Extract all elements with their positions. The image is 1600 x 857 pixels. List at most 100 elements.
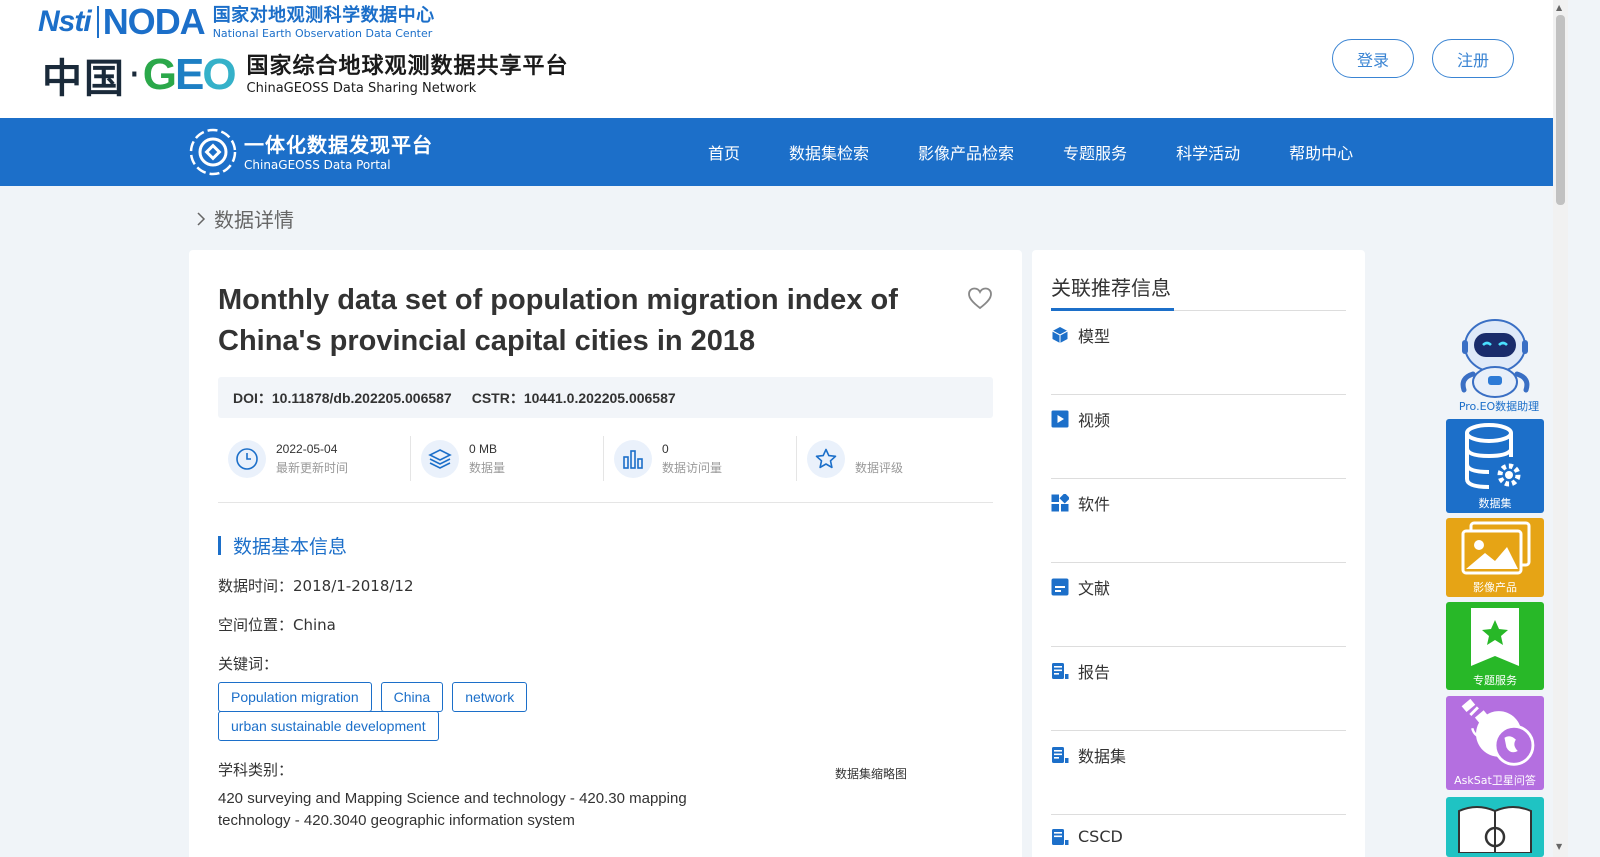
layers-icon — [421, 439, 459, 478]
nav-item-dataset-search[interactable]: 数据集检索 — [789, 140, 869, 164]
geoss-cn-title: 国家综合地球观测数据共享平台 — [246, 54, 569, 79]
related-item-literature[interactable]: 文献 — [1051, 563, 1346, 647]
related-item-dataset[interactable]: 数据集 — [1051, 731, 1346, 815]
clock-icon — [228, 439, 266, 478]
noda-logo[interactable]: Nsti NODA 国家对地观测科学数据中心 National Earth Ob… — [38, 2, 435, 42]
cscd-icon — [1052, 828, 1069, 845]
doi-value[interactable]: 10.11878/db.202205.006587 — [272, 390, 452, 406]
star-icon — [807, 439, 845, 478]
portal-emblem-icon — [189, 128, 237, 176]
stat-rating: 数据评级 — [797, 436, 990, 481]
related-item-video[interactable]: 视频 — [1051, 395, 1346, 479]
float-asksat-button[interactable]: AskSat卫星问答 — [1446, 696, 1544, 790]
related-item-label: 报告 — [1078, 663, 1111, 682]
related-item-model[interactable]: 模型 — [1051, 311, 1346, 395]
identifier-box: DOI： 10.11878/db.202205.006587 CSTR： 104… — [218, 377, 993, 418]
breadcrumb: 数据详情 — [196, 204, 294, 233]
stat-value — [855, 440, 903, 458]
noda-logo-word: NODA — [102, 1, 206, 42]
book-icon — [1458, 806, 1532, 853]
play-icon — [1051, 410, 1069, 428]
geo-wordmark: GEO — [142, 50, 237, 99]
portal-cn-name: 一体化数据发现平台 — [244, 132, 433, 157]
subject-label: 学科类别： — [218, 761, 294, 779]
scroll-thumb[interactable] — [1556, 15, 1565, 205]
robot-icon — [1460, 319, 1530, 398]
nsti-logo-text: Nsti — [38, 5, 92, 38]
section-accent-bar — [218, 536, 221, 555]
float-book-button[interactable] — [1446, 797, 1544, 857]
keyword-tags: Population migration China network urban… — [218, 682, 558, 741]
related-item-label: 模型 — [1078, 327, 1111, 346]
document-icon — [1051, 578, 1069, 596]
float-asksat-label: AskSat卫星问答 — [1454, 774, 1536, 787]
register-button[interactable]: 注册 — [1432, 39, 1514, 78]
divider — [218, 502, 993, 503]
main-navbar: 一体化数据发现平台 ChinaGEOSS Data Portal 首页 数据集检… — [0, 118, 1568, 186]
float-image-label: 影像产品 — [1473, 581, 1517, 594]
logo-separator — [96, 6, 99, 38]
subject-value: 420 surveying and Mapping Science and te… — [218, 790, 687, 829]
stat-update-time: 2022-05-04 最新更新时间 — [218, 436, 411, 481]
scroll-down-arrow-icon[interactable]: ▼ — [1556, 842, 1562, 851]
nav-item-help-center[interactable]: 帮助中心 — [1289, 140, 1353, 164]
keywords-label: 关键词： — [218, 655, 279, 673]
bar-chart-icon — [614, 439, 652, 478]
noda-logo-text: 国家对地观测科学数据中心 National Earth Observation … — [213, 5, 435, 40]
float-image-button[interactable]: 影像产品 — [1446, 518, 1544, 597]
related-item-label: 文献 — [1078, 579, 1111, 598]
spatial-location-label: 空间位置： — [218, 616, 294, 634]
top-header: Nsti NODA 国家对地观测科学数据中心 National Earth Ob… — [0, 0, 1568, 120]
login-button[interactable]: 登录 — [1332, 39, 1414, 78]
chinageoss-logo[interactable]: 中国 · GEO 国家综合地球观测数据共享平台 ChinaGEOSS Data … — [42, 44, 662, 106]
satellite-globe-icon — [1461, 698, 1535, 766]
spatial-location-row: 空间位置：China — [218, 614, 336, 635]
cstr-value[interactable]: 10441.0.202205.006587 — [524, 390, 676, 406]
related-recommendations-card: 关联推荐信息 模型 视频 软件 文献 报告 数据集 CSCD — [1032, 250, 1365, 857]
portal-en-name: ChinaGEOSS Data Portal — [244, 157, 391, 172]
nav-item-science-activities[interactable]: 科学活动 — [1176, 140, 1240, 164]
related-item-label: 数据集 — [1078, 747, 1127, 766]
cstr-label: CSTR： — [471, 389, 524, 406]
stat-label: 最新更新时间 — [276, 460, 349, 475]
data-time-label: 数据时间： — [218, 577, 294, 595]
geoss-logo-text: 国家综合地球观测数据共享平台 ChinaGEOSS Data Sharing N… — [247, 53, 569, 97]
section-title: 数据基本信息 — [233, 536, 348, 558]
related-item-cscd[interactable]: CSCD — [1051, 815, 1346, 857]
page-scrollbar[interactable]: ▲ ▼ — [1553, 0, 1568, 857]
keyword-tag[interactable]: network — [452, 682, 528, 712]
stat-label: 数据访问量 — [662, 460, 723, 475]
related-item-label: 软件 — [1078, 495, 1111, 514]
database-gear-icon — [1465, 423, 1521, 489]
float-topic-button[interactable]: 专题服务 — [1446, 602, 1544, 690]
stat-label: 数据量 — [469, 460, 506, 475]
scroll-up-arrow-icon[interactable]: ▲ — [1556, 3, 1562, 12]
bookmark-star-icon — [1471, 608, 1519, 666]
noda-en-name: National Earth Observation Data Center — [212, 26, 433, 40]
related-item-label: 视频 — [1078, 411, 1111, 430]
doi-label: DOI： — [233, 389, 272, 406]
keyword-tag[interactable]: Population migration — [218, 682, 372, 712]
portal-logo[interactable]: 一体化数据发现平台 ChinaGEOSS Data Portal — [188, 127, 433, 177]
related-item-software[interactable]: 软件 — [1051, 479, 1346, 563]
assistant-robot[interactable]: Pro.EO数据助理 — [1446, 316, 1544, 413]
portal-text: 一体化数据发现平台 ChinaGEOSS Data Portal — [244, 132, 433, 173]
nav-item-topic-services[interactable]: 专题服务 — [1063, 140, 1127, 164]
breadcrumb-current: 数据详情 — [214, 208, 294, 232]
nav-item-image-search[interactable]: 影像产品检索 — [918, 140, 1014, 164]
keyword-tag[interactable]: China — [380, 682, 444, 712]
china-calligraphy: 中国 — [42, 55, 126, 102]
dataset-stats: 2022-05-04 最新更新时间 0 MB 数据量 0 数据访问量 数据评级 — [218, 436, 993, 481]
nav-item-home[interactable]: 首页 — [708, 140, 740, 164]
thumbnail-label: 数据集缩略图 — [835, 767, 908, 781]
geoss-en-title: ChinaGEOSS Data Sharing Network — [246, 81, 477, 96]
stat-value: 0 MB — [469, 441, 498, 456]
float-dataset-button[interactable]: 数据集 — [1446, 419, 1544, 513]
keyword-tag[interactable]: urban sustainable development — [218, 711, 439, 741]
heart-icon[interactable] — [967, 286, 993, 312]
section-heading: 数据基本信息 — [218, 532, 347, 559]
related-item-report[interactable]: 报告 — [1051, 647, 1346, 731]
logo-dot: · — [128, 52, 141, 98]
data-time-value: 2018/1-2018/12 — [293, 577, 414, 595]
image-icon — [1461, 521, 1531, 575]
